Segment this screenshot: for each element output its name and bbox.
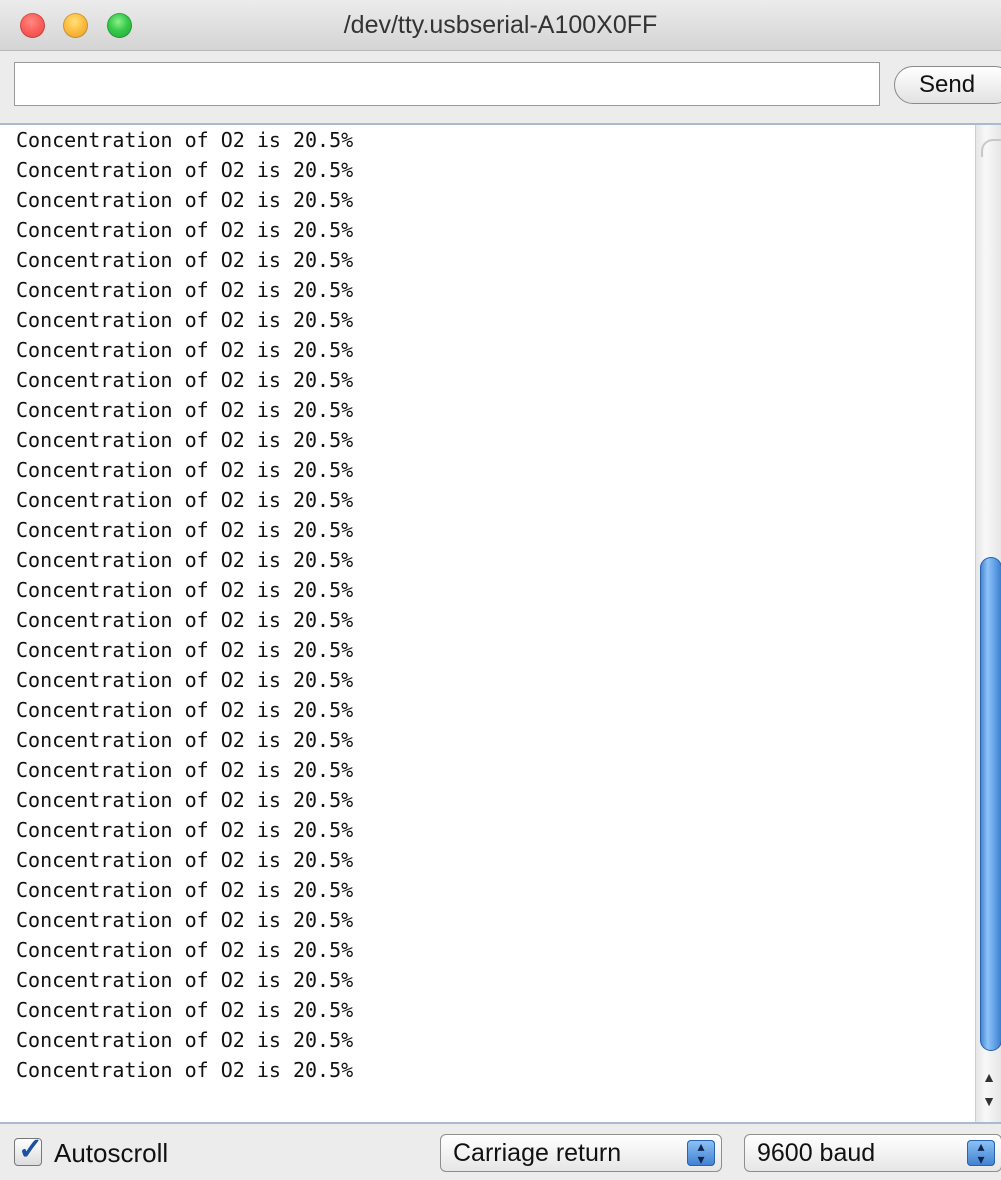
scroll-track-cap	[981, 139, 1001, 157]
baud-rate-value: 9600 baud	[757, 1139, 876, 1167]
serial-output-line: Concentration of O2 is 20.5%	[16, 668, 354, 692]
line-ending-select[interactable]: Carriage return ▴ ▾	[440, 1134, 722, 1172]
serial-output-line: Concentration of O2 is 20.5%	[16, 158, 354, 182]
serial-output-line: Concentration of O2 is 20.5%	[16, 128, 354, 152]
line-ending-stepper-icon[interactable]: ▴ ▾	[687, 1138, 715, 1167]
serial-output-line: Concentration of O2 is 20.5%	[16, 968, 354, 992]
scroll-up-arrow-icon[interactable]: ▲	[978, 1065, 1000, 1089]
serial-output-line: Concentration of O2 is 20.5%	[16, 818, 354, 842]
send-button[interactable]: Send	[894, 66, 1001, 104]
serial-output-line: Concentration of O2 is 20.5%	[16, 578, 354, 602]
baud-rate-stepper-icon[interactable]: ▴ ▾	[967, 1138, 995, 1167]
scroll-down-arrow-icon[interactable]: ▼	[978, 1089, 1000, 1113]
serial-output-line: Concentration of O2 is 20.5%	[16, 188, 354, 212]
serial-output-line: Concentration of O2 is 20.5%	[16, 338, 354, 362]
serial-output-line: Concentration of O2 is 20.5%	[16, 248, 354, 272]
serial-output-line: Concentration of O2 is 20.5%	[16, 608, 354, 632]
serial-output-line: Concentration of O2 is 20.5%	[16, 368, 354, 392]
baud-rate-select[interactable]: 9600 baud ▴ ▾	[744, 1134, 1001, 1172]
title-bar: /dev/tty.usbserial-A100X0FF	[0, 0, 1001, 51]
serial-output-line: Concentration of O2 is 20.5%	[16, 728, 354, 752]
serial-output-area[interactable]: Concentration of O2 is 20.5% Concentratio…	[0, 125, 975, 1122]
serial-output-line: Concentration of O2 is 20.5%	[16, 1058, 354, 1082]
up-down-arrows-icon: ▴ ▾	[697, 1138, 705, 1167]
scroll-thumb[interactable]	[980, 557, 1001, 1051]
vertical-scrollbar[interactable]: ▲ ▼	[975, 125, 1001, 1122]
serial-output-line: Concentration of O2 is 20.5%	[16, 1028, 354, 1052]
serial-output-line: Concentration of O2 is 20.5%	[16, 698, 354, 722]
serial-output-line: Concentration of O2 is 20.5%	[16, 488, 354, 512]
serial-output-line: Concentration of O2 is 20.5%	[16, 548, 354, 572]
serial-output-line: Concentration of O2 is 20.5%	[16, 278, 354, 302]
serial-output-line: Concentration of O2 is 20.5%	[16, 998, 354, 1022]
send-row: Send	[0, 51, 1001, 123]
serial-output-line: Concentration of O2 is 20.5%	[16, 218, 354, 242]
checkmark-icon: ✓	[18, 1133, 44, 1166]
window-title: /dev/tty.usbserial-A100X0FF	[343, 11, 658, 39]
autoscroll-label[interactable]: Autoscroll	[54, 1136, 168, 1170]
serial-output-line: Concentration of O2 is 20.5%	[16, 938, 354, 962]
line-ending-value: Carriage return	[453, 1139, 622, 1167]
serial-output-line: Concentration of O2 is 20.5%	[16, 398, 354, 422]
bottom-bar: ✓ Autoscroll Carriage return ▴ ▾ 9600 bau…	[0, 1124, 1001, 1180]
serial-output-line: Concentration of O2 is 20.5%	[16, 518, 354, 542]
serial-output-line: Concentration of O2 is 20.5%	[16, 758, 354, 782]
serial-output-line: Concentration of O2 is 20.5%	[16, 908, 354, 932]
serial-output-line: Concentration of O2 is 20.5%	[16, 788, 354, 812]
serial-output-line: Concentration of O2 is 20.5%	[16, 428, 354, 452]
serial-output-line: Concentration of O2 is 20.5%	[16, 878, 354, 902]
serial-output-line: Concentration of O2 is 20.5%	[16, 848, 354, 872]
serial-send-input[interactable]	[14, 62, 880, 106]
autoscroll-checkbox[interactable]: ✓	[14, 1133, 43, 1166]
up-down-arrows-icon: ▴ ▾	[977, 1138, 985, 1167]
serial-output-line: Concentration of O2 is 20.5%	[16, 458, 354, 482]
serial-output-line: Concentration of O2 is 20.5%	[16, 638, 354, 662]
serial-output-line: Concentration of O2 is 20.5%	[16, 308, 354, 332]
